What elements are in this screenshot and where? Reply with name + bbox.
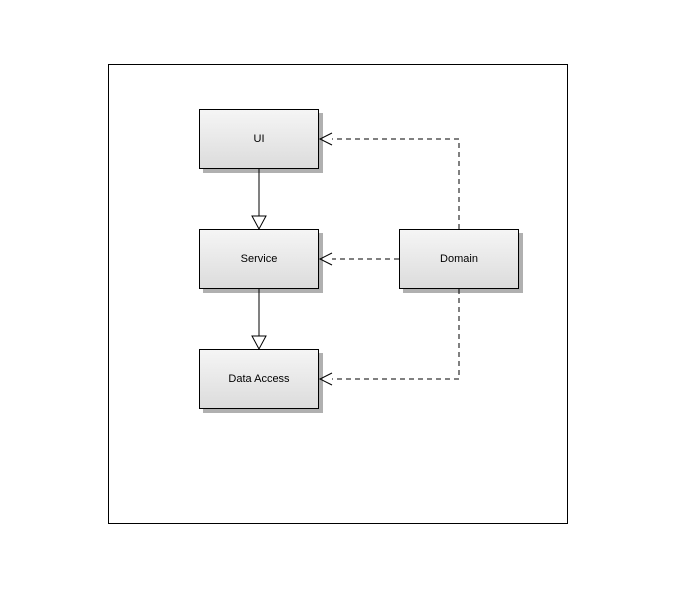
box-domain: Domain <box>399 229 519 289</box>
box-data-access: Data Access <box>199 349 319 409</box>
box-service-label: Service <box>241 253 278 265</box>
box-data-access-label: Data Access <box>228 373 289 385</box>
diagram-frame <box>108 64 568 524</box>
box-ui: UI <box>199 109 319 169</box>
box-ui-label: UI <box>254 133 265 145</box>
box-domain-label: Domain <box>440 253 478 265</box>
box-service: Service <box>199 229 319 289</box>
